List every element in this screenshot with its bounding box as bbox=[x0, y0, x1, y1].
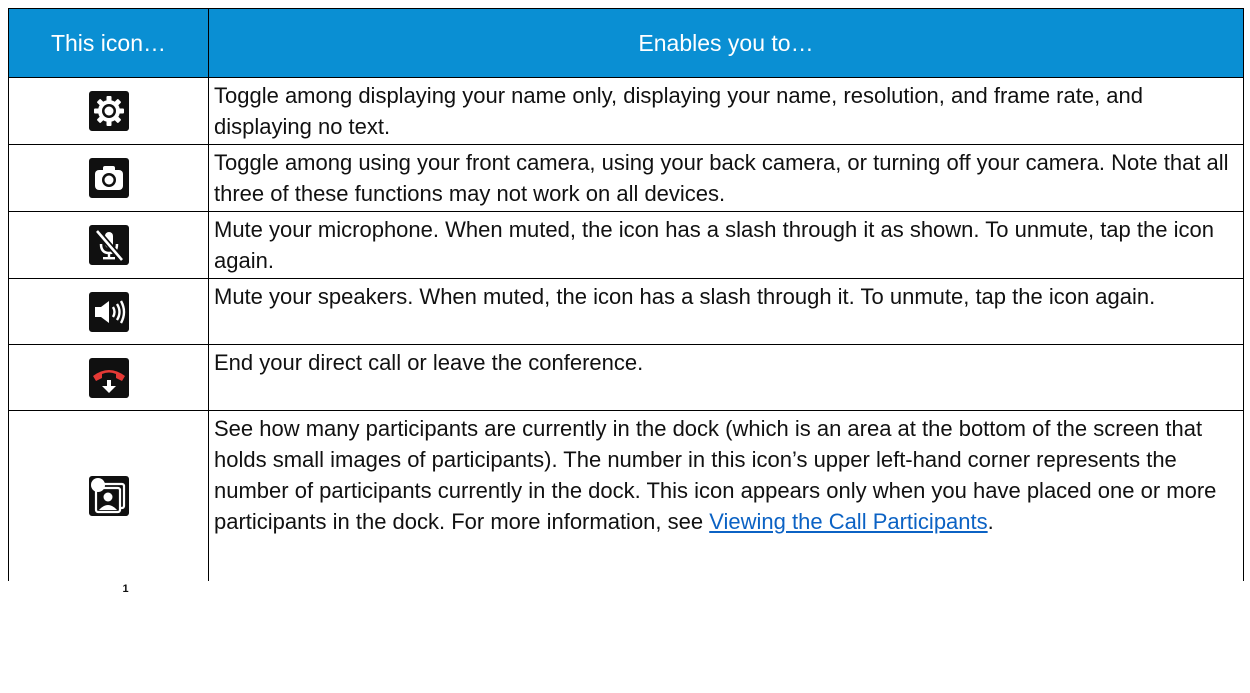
description-cell: See how many participants are currently … bbox=[208, 410, 1244, 581]
icon-cell bbox=[8, 144, 209, 212]
description-cell: Mute your speakers. When muted, the icon… bbox=[208, 278, 1244, 345]
icon-reference-table: This icon… Enables you to… Toggle among … bbox=[8, 8, 1244, 595]
icon-cell bbox=[8, 344, 209, 411]
table-row: Mute your speakers. When muted, the icon… bbox=[8, 278, 1244, 345]
table-row: Toggle among using your front camera, us… bbox=[8, 144, 1244, 212]
header-description-column: Enables you to… bbox=[208, 8, 1244, 78]
description-cell: Mute your microphone. When muted, the ic… bbox=[208, 211, 1244, 279]
gear-icon bbox=[88, 91, 129, 131]
speaker-icon bbox=[88, 291, 129, 332]
dock-participants-icon bbox=[88, 475, 129, 516]
table-header-row: This icon… Enables you to… bbox=[8, 8, 1244, 78]
description-cell: Toggle among using your front camera, us… bbox=[208, 144, 1244, 212]
description-suffix: . bbox=[987, 509, 994, 534]
description-cell: End your direct call or leave the confer… bbox=[208, 344, 1244, 411]
table-row: End your direct call or leave the confer… bbox=[8, 344, 1244, 411]
viewing-call-participants-link[interactable]: Viewing the Call Participants bbox=[709, 509, 987, 534]
dock-count-badge: 1 bbox=[122, 582, 129, 595]
icon-cell bbox=[8, 77, 209, 145]
table-row: Mute your microphone. When muted, the ic… bbox=[8, 211, 1244, 279]
icon-cell bbox=[8, 211, 209, 279]
header-icon-column: This icon… bbox=[8, 8, 209, 78]
muted-microphone-icon bbox=[88, 225, 129, 265]
end-call-icon bbox=[88, 357, 129, 398]
table-row: 1 See how many participants are currentl… bbox=[8, 410, 1244, 595]
table-row: Toggle among displaying your name only, … bbox=[8, 77, 1244, 145]
icon-cell: 1 bbox=[8, 410, 209, 595]
camera-icon bbox=[88, 158, 129, 198]
description-cell: Toggle among displaying your name only, … bbox=[208, 77, 1244, 145]
icon-cell bbox=[8, 278, 209, 345]
